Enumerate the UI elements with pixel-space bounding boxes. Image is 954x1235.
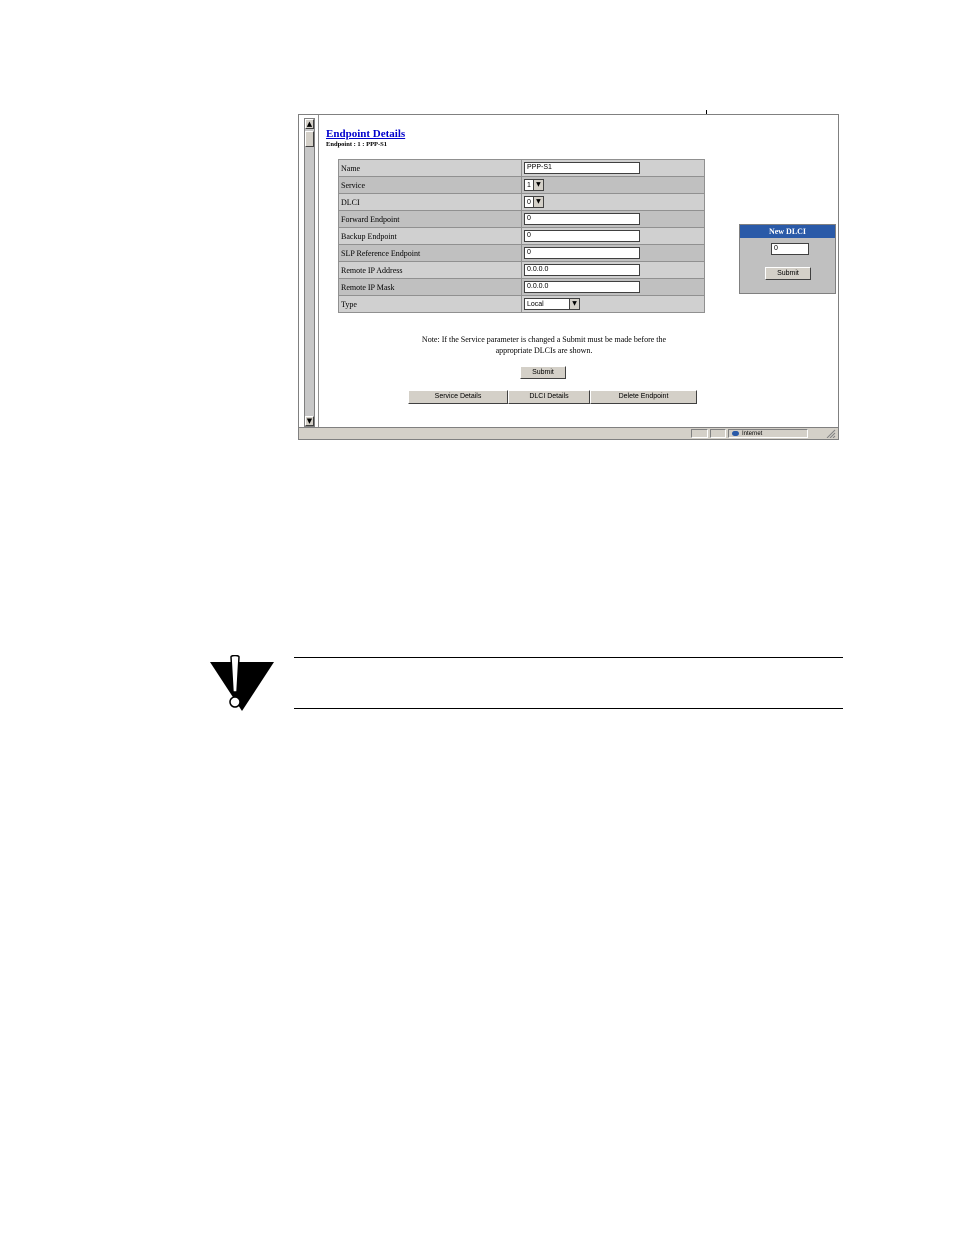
page-content: Endpoint Details Endpoint : 1 : PPP-S1 N… <box>319 115 839 427</box>
submit-button[interactable]: Submit <box>520 366 566 379</box>
form-label: Backup Endpoint <box>338 227 522 245</box>
endpoint-form-table: Name PPP-S1 Service 1 ▼ DLCI 0 ▼ Forward E… <box>338 159 705 313</box>
scroll-thumb[interactable] <box>305 131 314 147</box>
form-row-forward-endpoint: Forward Endpoint 0 <box>338 210 705 228</box>
remote-ip-mask-input[interactable]: 0.0.0.0 <box>524 281 640 293</box>
form-label: Service <box>338 176 522 194</box>
service-details-button[interactable]: Service Details <box>408 390 508 404</box>
caution-rule-bottom <box>294 708 843 709</box>
new-dlci-submit-button[interactable]: Submit <box>765 267 811 280</box>
dlci-select[interactable]: 0 ▼ <box>524 196 544 208</box>
form-label: Type <box>338 295 522 313</box>
scroll-down-icon[interactable]: ▼ <box>305 416 314 426</box>
forward-endpoint-input[interactable]: 0 <box>524 213 640 225</box>
form-label: Name <box>338 159 522 177</box>
form-row-dlci: DLCI 0 ▼ <box>338 193 705 211</box>
service-select[interactable]: 1 ▼ <box>524 179 544 191</box>
service-select-value: 1 <box>527 181 531 189</box>
scroll-up-icon[interactable]: ▲ <box>305 119 314 129</box>
form-label: Forward Endpoint <box>338 210 522 228</box>
vertical-scrollbar[interactable]: ▲ ▼ <box>304 118 315 427</box>
caution-rule-top <box>294 657 843 658</box>
delete-endpoint-button[interactable]: Delete Endpoint <box>590 390 697 404</box>
note-line-1: Note: If the Service parameter is change… <box>421 335 667 344</box>
form-label: Remote IP Address <box>338 261 522 279</box>
form-row-backup-endpoint: Backup Endpoint 0 <box>338 227 705 245</box>
status-cell <box>691 429 708 438</box>
status-bar: Internet <box>299 427 838 439</box>
dlci-details-button[interactable]: DLCI Details <box>508 390 590 404</box>
form-label: Remote IP Mask <box>338 278 522 296</box>
slp-reference-endpoint-input[interactable]: 0 <box>524 247 640 259</box>
form-label: DLCI <box>338 193 522 211</box>
type-select-value: Local <box>527 300 544 308</box>
browser-window: ▲ ▼ Endpoint Details Endpoint : 1 : PPP-… <box>298 114 839 440</box>
form-row-type: Type Local ▼ <box>338 295 705 313</box>
form-label: SLP Reference Endpoint <box>338 244 522 262</box>
page-title[interactable]: Endpoint Details <box>326 128 405 140</box>
status-cell <box>710 429 726 438</box>
page-subtitle: Endpoint : 1 : PPP-S1 <box>326 141 388 148</box>
new-dlci-title: New DLCI <box>740 225 835 238</box>
backup-endpoint-input[interactable]: 0 <box>524 230 640 242</box>
note-line-2: appropriate DLCIs are shown. <box>495 346 593 355</box>
zone-indicator: Internet <box>728 429 808 438</box>
form-row-name: Name PPP-S1 <box>338 159 705 177</box>
chevron-down-icon[interactable]: ▼ <box>569 299 579 309</box>
chevron-down-icon[interactable]: ▼ <box>532 197 543 207</box>
form-row-remote-ip-address: Remote IP Address 0.0.0.0 <box>338 261 705 279</box>
name-input[interactable]: PPP-S1 <box>524 162 640 174</box>
new-dlci-input[interactable]: 0 <box>771 243 809 255</box>
type-select[interactable]: Local ▼ <box>524 298 580 310</box>
form-row-remote-ip-mask: Remote IP Mask 0.0.0.0 <box>338 278 705 296</box>
zone-label: Internet <box>742 431 763 437</box>
internet-zone-icon <box>732 430 739 436</box>
form-row-service: Service 1 ▼ <box>338 176 705 194</box>
caution-icon <box>210 655 274 711</box>
remote-ip-address-input[interactable]: 0.0.0.0 <box>524 264 640 276</box>
chevron-down-icon[interactable]: ▼ <box>532 180 543 190</box>
service-note: Note: If the Service parameter is change… <box>359 334 729 356</box>
dlci-select-value: 0 <box>527 198 531 206</box>
form-row-slp-reference-endpoint: SLP Reference Endpoint 0 <box>338 244 705 262</box>
new-dlci-panel: New DLCI 0 Submit <box>739 224 836 294</box>
resize-grip-icon[interactable] <box>826 429 836 438</box>
action-button-bar: Service Details DLCI Details Delete Endp… <box>408 390 697 404</box>
